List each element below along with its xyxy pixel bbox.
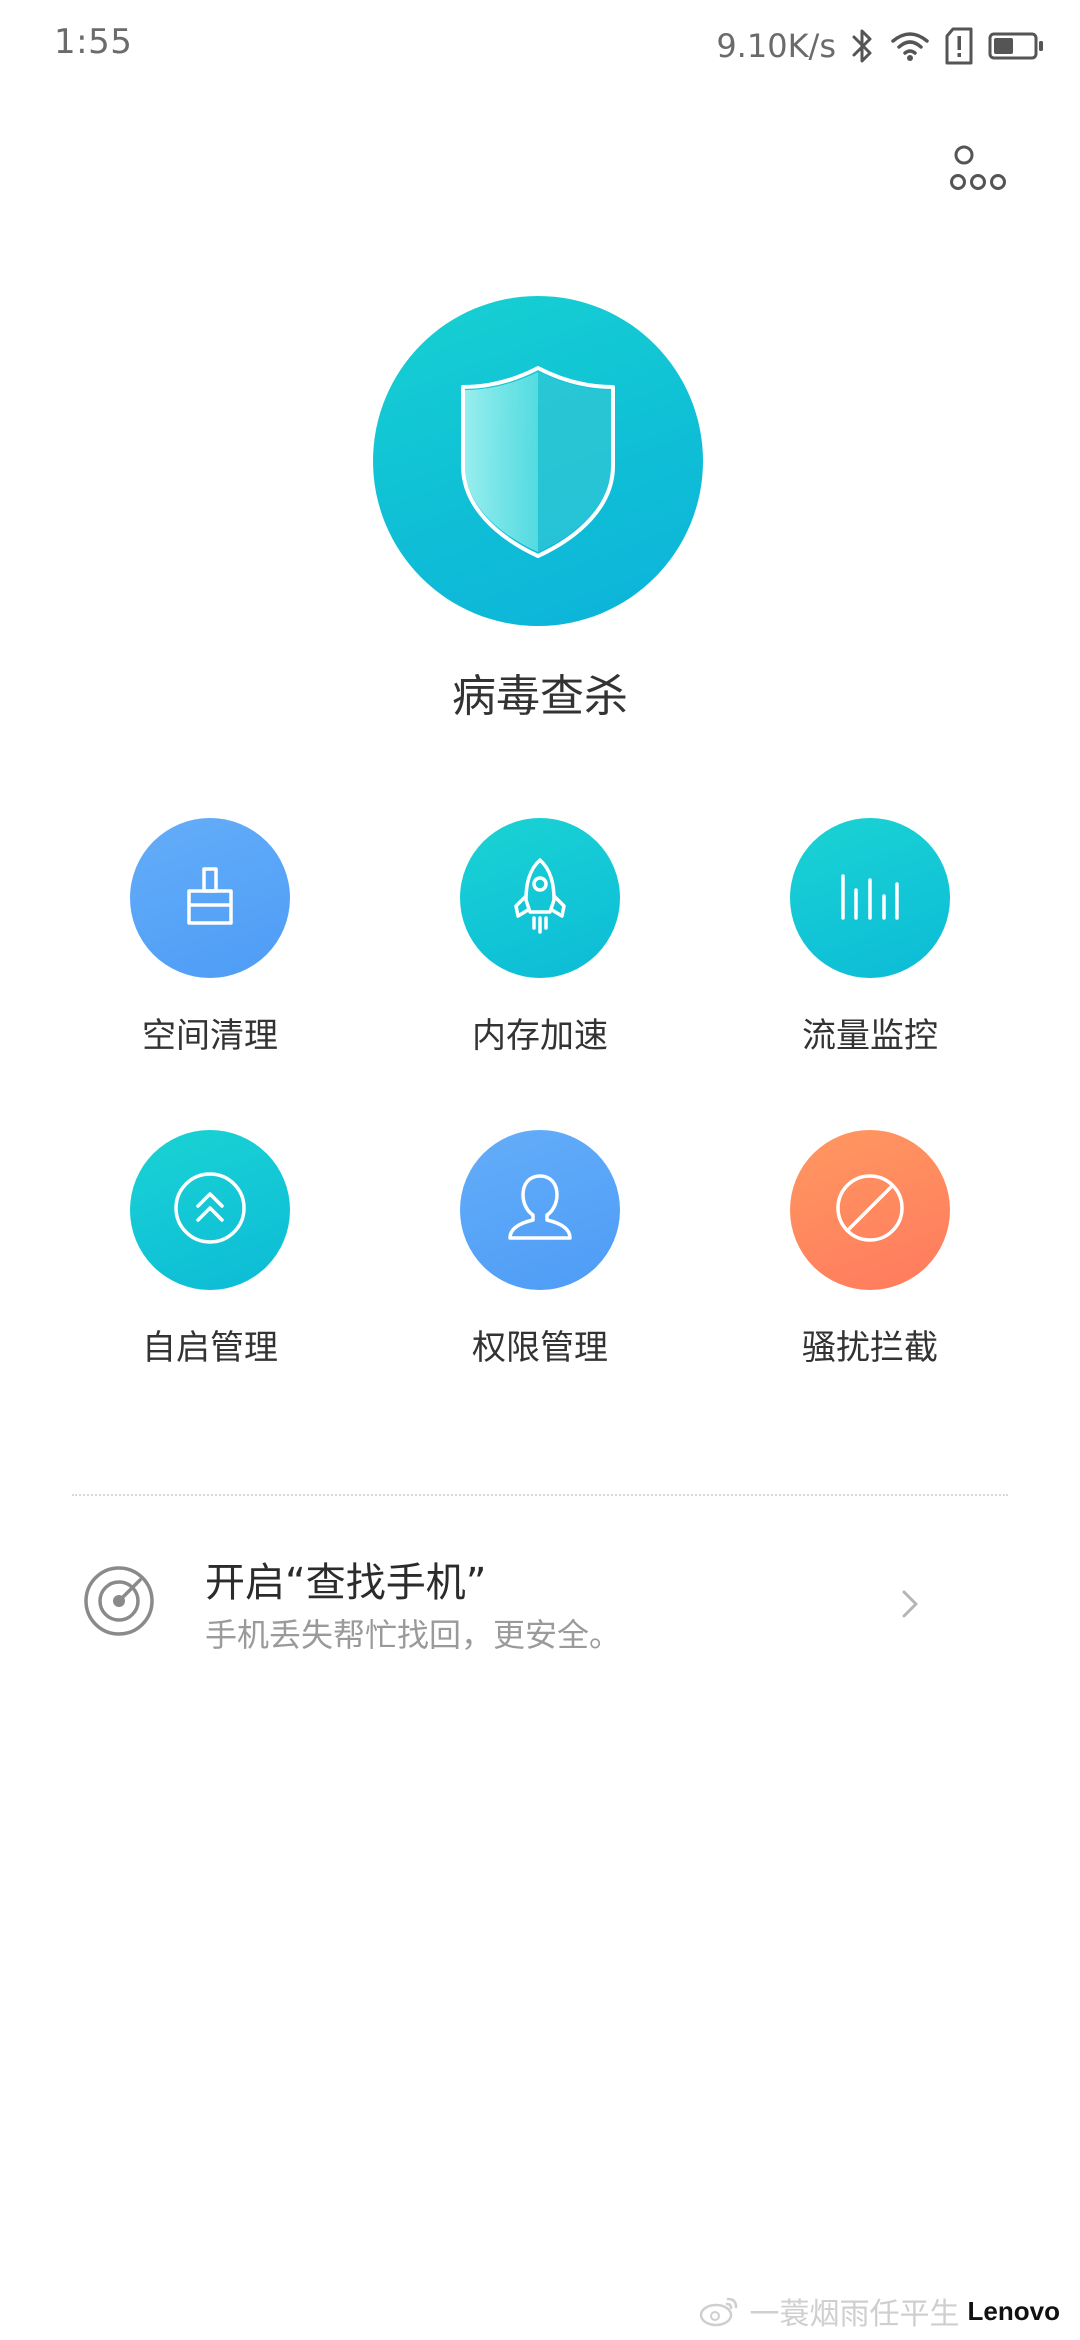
permissions-button[interactable] <box>460 1130 620 1290</box>
virus-scan-button[interactable] <box>373 296 703 626</box>
tool-permissions[interactable]: 权限管理 <box>410 1130 670 1369</box>
section-divider <box>72 1494 1008 1496</box>
tool-memory-boost[interactable]: 内存加速 <box>410 818 670 1057</box>
block-icon <box>832 1170 908 1250</box>
network-speed: 9.10K/s <box>716 27 836 65</box>
find-phone-title: 开启“查找手机” <box>205 1560 487 1606</box>
security-center-screen: 1:55 9.10K/s 病毒查杀 空间清理 内存加速 流量监控 自启管理 权限… <box>0 0 1080 2340</box>
weibo-icon <box>698 2293 742 2329</box>
tool-label-space-clean: 空间清理 <box>142 1016 278 1056</box>
memory-boost-button[interactable] <box>460 818 620 978</box>
harassment-block-button[interactable] <box>790 1130 950 1290</box>
watermark-text: 一蓑烟雨任平生 <box>749 2297 960 2332</box>
tool-data-monitor[interactable]: 流量监控 <box>740 818 1000 1057</box>
space-clean-button[interactable] <box>130 818 290 978</box>
brush-icon <box>175 861 245 935</box>
data-monitor-button[interactable] <box>790 818 950 978</box>
watermark: 一蓑烟雨任平生 Lenovo <box>698 2286 1060 2336</box>
find-phone-subtitle: 手机丢失帮忙找回，更安全。 <box>205 1616 622 1654</box>
status-icons: 9.10K/s <box>716 20 1044 72</box>
radar-icon <box>82 1564 156 1638</box>
tool-label-autostart: 自启管理 <box>142 1328 278 1368</box>
status-time: 1:55 <box>54 22 133 62</box>
tool-harassment-block[interactable]: 骚扰拦截 <box>740 1130 1000 1369</box>
tool-label-memory-boost: 内存加速 <box>472 1016 608 1056</box>
bars-icon <box>835 866 905 930</box>
sim-alert-icon <box>944 27 974 65</box>
battery-icon <box>988 31 1044 61</box>
tool-label-harassment-block: 骚扰拦截 <box>802 1328 938 1368</box>
tool-space-clean[interactable]: 空间清理 <box>80 818 340 1057</box>
watermark-brand: Lenovo <box>967 2295 1060 2326</box>
wifi-icon <box>890 30 930 62</box>
tool-label-data-monitor: 流量监控 <box>802 1016 938 1056</box>
double-chevron-up-icon <box>172 1170 248 1250</box>
autostart-button[interactable] <box>130 1130 290 1290</box>
tool-autostart[interactable]: 自启管理 <box>80 1130 340 1369</box>
more-circles-icon[interactable] <box>950 140 1012 202</box>
user-icon <box>504 1170 576 1250</box>
chevron-right-icon <box>896 1584 924 1624</box>
virus-scan-label: 病毒查杀 <box>452 671 628 722</box>
find-phone-row[interactable]: 开启“查找手机” 手机丢失帮忙找回，更安全。 <box>0 1530 1080 1680</box>
status-bar: 1:55 9.10K/s <box>0 0 1080 92</box>
bluetooth-icon <box>850 26 876 66</box>
tool-label-permissions: 权限管理 <box>472 1328 608 1368</box>
rocket-icon <box>505 856 575 940</box>
shield-icon <box>443 354 633 568</box>
